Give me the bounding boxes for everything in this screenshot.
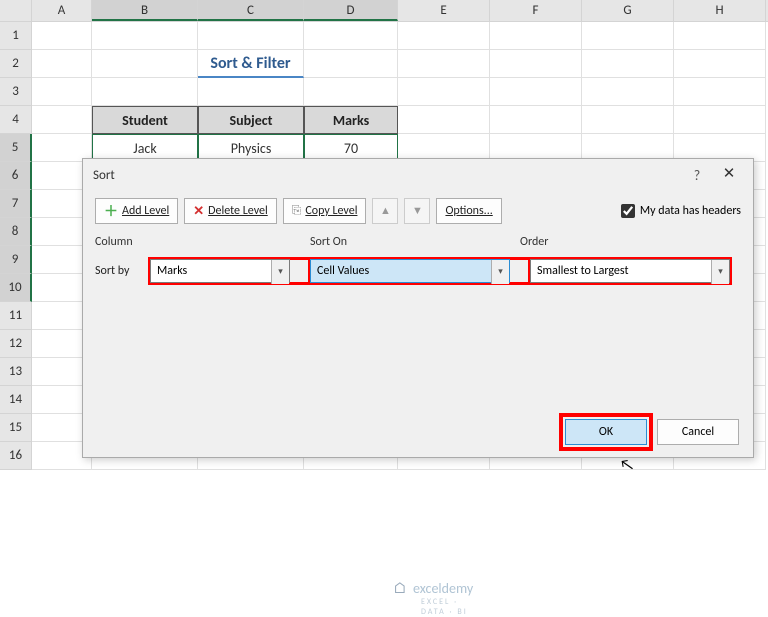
col-header-b[interactable]: B: [92, 0, 198, 21]
home-icon: ⌂: [393, 579, 407, 598]
chevron-down-icon: ▾: [271, 260, 289, 284]
col-header-column: Column: [95, 235, 150, 257]
row-header[interactable]: 6: [0, 162, 32, 190]
headers-checkbox[interactable]: [621, 204, 635, 218]
ok-button[interactable]: OK: [565, 419, 647, 445]
x-icon: ✕: [193, 204, 204, 219]
chevron-down-icon: ▾: [491, 260, 509, 284]
table-header-marks[interactable]: Marks: [304, 106, 398, 134]
col-header-g[interactable]: G: [582, 0, 674, 21]
move-up-button[interactable]: ▲: [372, 198, 398, 224]
row-header[interactable]: 8: [0, 218, 32, 246]
copy-icon: ⎘: [292, 204, 302, 218]
row-header[interactable]: 15: [0, 414, 32, 442]
sort-dialog: Sort ? ✕ ＋Add Level ✕Delete Level ⎘Copy …: [82, 158, 754, 458]
dialog-toolbar: ＋Add Level ✕Delete Level ⎘Copy Level ▲ ▼…: [83, 191, 753, 231]
select-all-corner[interactable]: [0, 0, 32, 21]
add-level-button[interactable]: ＋Add Level: [95, 198, 178, 224]
cancel-button[interactable]: Cancel: [657, 419, 739, 445]
dialog-body: Column Sort On Order Sort by Marks ▾ Cel…: [83, 231, 753, 293]
help-button[interactable]: ?: [687, 167, 707, 184]
col-header-c[interactable]: C: [198, 0, 304, 21]
headers-checkbox-wrap[interactable]: My data has headers: [621, 204, 741, 218]
title-cell[interactable]: Sort & Filter: [198, 50, 304, 78]
col-header-f[interactable]: F: [490, 0, 582, 21]
row-header[interactable]: 13: [0, 358, 32, 386]
delete-level-button[interactable]: ✕Delete Level: [184, 198, 276, 224]
col-header-e[interactable]: E: [398, 0, 490, 21]
row-header[interactable]: 9: [0, 246, 32, 274]
watermark: ⌂ exceldemy EXCEL · DATA · BI: [393, 579, 473, 598]
dialog-title: Sort: [93, 168, 687, 183]
dialog-titlebar[interactable]: Sort ? ✕: [83, 159, 753, 191]
table-header-student[interactable]: Student: [92, 106, 198, 134]
sort-on-combo[interactable]: Cell Values ▾: [310, 259, 510, 283]
row-header[interactable]: 2: [0, 50, 32, 78]
row-header[interactable]: 16: [0, 442, 32, 470]
sort-order-combo[interactable]: Smallest to Largest ▾: [530, 259, 730, 283]
col-header-d[interactable]: D: [304, 0, 398, 21]
row-header[interactable]: 1: [0, 22, 32, 50]
row-header[interactable]: 3: [0, 78, 32, 106]
sort-column-combo[interactable]: Marks ▾: [150, 259, 290, 283]
row-header[interactable]: 7: [0, 190, 32, 218]
row-header[interactable]: 4: [0, 106, 32, 134]
dialog-footer: OK Cancel: [565, 419, 739, 445]
col-header-sorton: Sort On: [310, 235, 520, 257]
copy-level-button[interactable]: ⎘Copy Level: [283, 198, 367, 224]
column-headers: A B C D E F G H: [0, 0, 768, 22]
row-header[interactable]: 11: [0, 302, 32, 330]
plus-icon: ＋: [104, 201, 118, 221]
options-button[interactable]: Options...: [436, 198, 501, 224]
sort-headers: Column Sort On Order: [95, 235, 741, 257]
close-button[interactable]: ✕: [715, 165, 743, 185]
row-header[interactable]: 12: [0, 330, 32, 358]
col-header-a[interactable]: A: [32, 0, 92, 21]
chevron-down-icon: ▾: [711, 260, 729, 284]
table-header-subject[interactable]: Subject: [198, 106, 304, 134]
col-header-order: Order: [520, 235, 730, 257]
row-header[interactable]: 10: [0, 274, 32, 302]
sort-by-label: Sort by: [95, 264, 150, 278]
row-header[interactable]: 14: [0, 386, 32, 414]
col-header-h[interactable]: H: [674, 0, 766, 21]
row-header[interactable]: 5: [0, 134, 32, 162]
move-down-button[interactable]: ▼: [404, 198, 430, 224]
sort-level-row: Sort by Marks ▾ Cell Values ▾ Smallest t…: [95, 257, 741, 285]
headers-checkbox-label: My data has headers: [640, 204, 741, 218]
